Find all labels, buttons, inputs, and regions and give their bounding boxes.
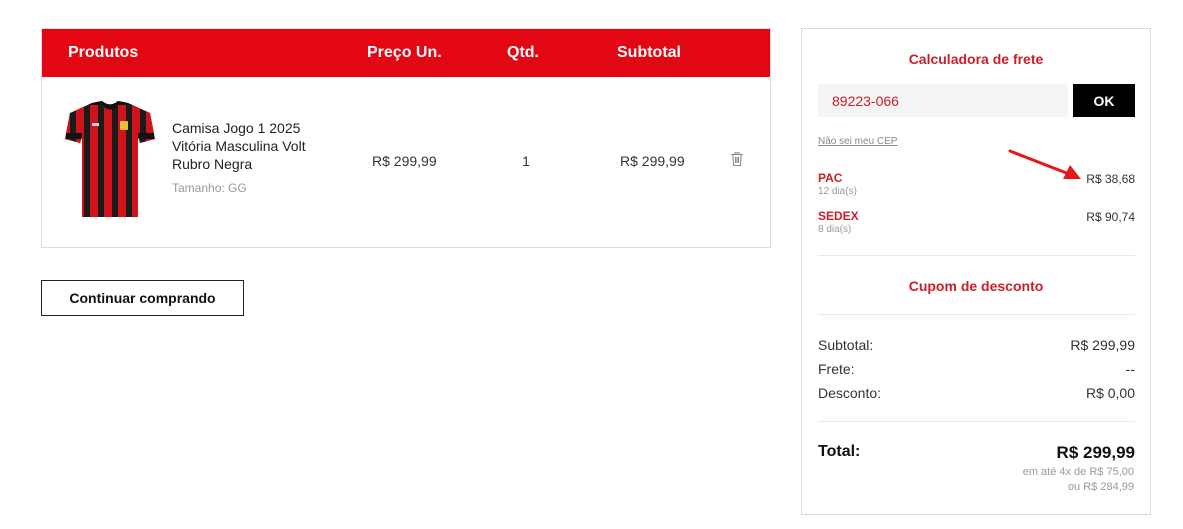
shipping-option-price: R$ 38,68: [1086, 172, 1135, 186]
summary-subtotal: Subtotal: R$ 299,99: [818, 337, 1135, 353]
shipping-option-sedex[interactable]: SEDEX 8 dia(s) R$ 90,74: [818, 209, 1135, 237]
trash-icon[interactable]: [730, 151, 744, 167]
summary-total-value: R$ 299,99: [1056, 443, 1135, 462]
summary-discount-value: R$ 0,00: [1085, 385, 1135, 401]
header-unit-price: Preço Un.: [367, 44, 442, 61]
summary-discount-label: Desconto:: [818, 385, 882, 401]
shipping-option-price: R$ 90,74: [1086, 210, 1135, 224]
summary-freight: Frete: --: [818, 361, 1135, 377]
cart-table-header: Produtos Preço Un. Qtd. Subtotal: [42, 29, 770, 77]
divider: [818, 421, 1135, 422]
summary-total-label: Total:: [818, 443, 861, 460]
unknown-cep-link[interactable]: Não sei meu CEP: [818, 136, 897, 147]
cart-table: Produtos Preço Un. Qtd. Subtotal Camisa …: [41, 28, 771, 248]
cep-ok-button[interactable]: OK: [1073, 84, 1135, 117]
summary-total: Total: R$ 299,99: [818, 443, 1135, 462]
summary-discount: Desconto: R$ 0,00: [818, 385, 1135, 401]
unit-price: R$ 299,99: [372, 153, 437, 169]
shipping-option-name: PAC: [818, 171, 843, 185]
continue-shopping-button[interactable]: Continuar comprando: [41, 280, 244, 316]
coupon-toggle[interactable]: Cupom de desconto: [802, 278, 1150, 294]
cep-input[interactable]: [818, 84, 1068, 117]
annotation-arrow-icon: [1008, 149, 1081, 179]
shipping-option-days: 8 dia(s): [818, 224, 852, 235]
product-name[interactable]: Camisa Jogo 1 2025 Vitória Masculina Vol…: [172, 119, 342, 173]
header-qty: Qtd.: [507, 44, 539, 61]
quantity-value[interactable]: 1: [512, 153, 540, 169]
divider: [818, 314, 1135, 315]
order-summary-panel: Calculadora de frete OK Não sei meu CEP …: [801, 28, 1151, 515]
divider: [818, 255, 1135, 256]
shipping-option-days: 12 dia(s): [818, 186, 857, 197]
product-image[interactable]: [62, 99, 158, 221]
summary-freight-value: --: [1125, 361, 1135, 377]
shipping-option-pac[interactable]: PAC 12 dia(s) R$ 38,68: [818, 171, 1135, 199]
shipping-option-name: SEDEX: [818, 209, 859, 223]
product-size: Tamanho: GG: [172, 181, 247, 195]
header-products: Produtos: [68, 44, 139, 61]
cash-price-info: ou R$ 284,99: [1067, 481, 1134, 493]
summary-freight-label: Frete:: [818, 361, 855, 377]
summary-subtotal-value: R$ 299,99: [1070, 337, 1135, 353]
summary-subtotal-label: Subtotal:: [818, 337, 874, 353]
cart-item-row: Camisa Jogo 1 2025 Vitória Masculina Vol…: [42, 77, 770, 247]
header-subtotal: Subtotal: [617, 44, 681, 61]
installments-info: em até 4x de R$ 75,00: [1022, 466, 1134, 478]
shipping-calculator-title: Calculadora de frete: [908, 51, 1044, 67]
item-subtotal: R$ 299,99: [620, 153, 685, 169]
